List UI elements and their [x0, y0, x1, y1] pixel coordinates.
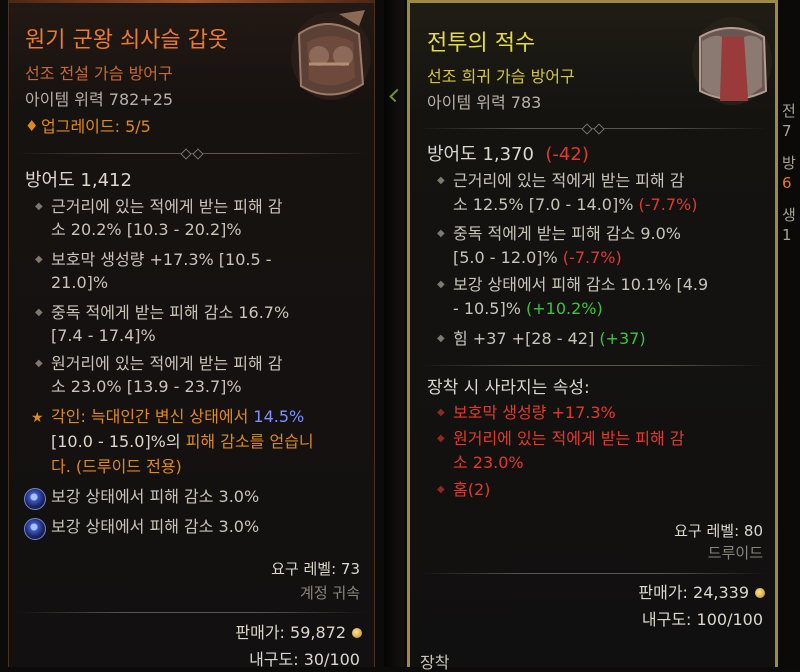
- affix-diff: (-7.7%): [638, 195, 698, 214]
- affix-line: 21.0]%: [51, 273, 109, 292]
- sell-value: 판매가: 59,872: [235, 623, 346, 642]
- aspect-text: 피해 감소를 얻습니: [185, 432, 314, 451]
- aspect-text: 늑대인간 변신 상태에서: [90, 407, 254, 426]
- edge-char: 생: [782, 206, 796, 224]
- required-level: 요구 레벨: 73: [271, 560, 360, 578]
- left-item-tooltip: 원기 군왕 쇠사슬 갑옷 선조 전설 가슴 방어구 아이템 위력 782+25 …: [8, 0, 375, 669]
- chest-armor-icon: [291, 10, 371, 100]
- socket-line: 보강 상태에서 피해 감소 3.0%: [51, 517, 260, 536]
- armor-line: 방어도 1,370 (-42): [427, 146, 589, 164]
- lost-attribute: 보호막 생성량 +17.3%: [453, 403, 616, 422]
- affix-diff: (-7.7%): [562, 248, 622, 267]
- aspect-star-icon: ★: [31, 410, 44, 426]
- affix-line: 소 12.5% [7.0 - 14.0]%: [453, 195, 634, 214]
- right-item-tooltip: 전투의 적수 선조 희귀 가슴 방어구 아이템 위력 783 방어도 1,370…: [407, 0, 778, 671]
- edge-char: 방: [782, 154, 796, 172]
- affix-line: 소 20.2% [10.3 - 20.2]%: [51, 220, 242, 239]
- adjacent-panel-edge: 전 7 방 6 생 1: [780, 0, 800, 667]
- upgrade-count: 업그레이드: 5/5: [41, 117, 151, 136]
- divider: [418, 573, 768, 574]
- aspect-text: 다. (드루이드 전용): [51, 457, 182, 476]
- affix-line: [7.4 - 17.4]%: [51, 326, 156, 345]
- bullet-icon: ◆: [437, 333, 445, 344]
- required-level: 요구 레벨: 80: [674, 522, 763, 540]
- affix-diff: (+10.2%): [526, 299, 603, 318]
- socket-rune-icon: [24, 488, 46, 510]
- affix-line: 소 23.0% [13.9 - 23.7]%: [51, 377, 242, 396]
- aspect-value: 14.5%: [253, 407, 305, 426]
- socket-rune-icon: [24, 518, 46, 540]
- divider: [17, 612, 367, 613]
- bullet-icon: ◆: [437, 175, 445, 186]
- affix-line: 근거리에 있는 적에게 받는 피해 감: [453, 171, 685, 190]
- chest-armor-icon: [692, 17, 772, 105]
- item-name: 전투의 적수: [427, 31, 536, 56]
- armor-value: 방어도 1,370: [427, 144, 534, 165]
- sell-value: 판매가: 24,339: [638, 583, 749, 602]
- divider: [418, 128, 768, 129]
- item-name: 원기 군왕 쇠사슬 갑옷: [25, 28, 229, 53]
- bullet-icon: ◆: [437, 407, 445, 418]
- bullet-icon: ◆: [35, 358, 43, 369]
- affix-line: - 10.5]%: [453, 299, 521, 318]
- armor-diff: (-42): [545, 144, 589, 165]
- lost-attribute: 소 23.0%: [453, 453, 524, 472]
- divider: [17, 153, 367, 154]
- item-type: 선조 전설 가슴 방어구: [25, 64, 173, 83]
- durability: 내구도: 100/100: [641, 610, 763, 629]
- item-power: 아이템 위력 782+25: [25, 90, 174, 109]
- gold-coin-icon: [352, 628, 362, 638]
- lost-attributes-header: 장착 시 사라지는 속성:: [427, 378, 590, 398]
- bullet-icon: ◆: [437, 484, 445, 495]
- affix-line: [5.0 - 12.0]%: [453, 248, 558, 267]
- affix-line: 원거리에 있는 적에게 받는 피해 감: [51, 354, 283, 373]
- equip-label: 장착: [420, 653, 450, 672]
- durability: 내구도: 30/100: [249, 650, 360, 669]
- edge-char: 6: [782, 174, 792, 192]
- lost-attribute: 홈(2): [453, 480, 491, 499]
- aspect-prefix: 각인:: [51, 407, 91, 426]
- edge-char: 전: [782, 102, 796, 120]
- affix-line: 힘 +37 +[28 - 42]: [453, 329, 595, 348]
- divider: [418, 365, 768, 366]
- item-type: 선조 희귀 가슴 방어구: [427, 67, 575, 86]
- upgrade-diamond-icon: ♦: [25, 117, 39, 135]
- bullet-icon: ◆: [35, 254, 43, 265]
- bullet-icon: ◆: [437, 228, 445, 239]
- bullet-icon: ◆: [35, 201, 43, 212]
- affix-line: 보호막 생성량 +17.3% [10.5 -: [51, 250, 272, 269]
- aspect-range: [10.0 - 15.0]%의: [51, 432, 186, 451]
- bullet-icon: ◆: [437, 433, 445, 444]
- item-power: 아이템 위력 783: [427, 93, 542, 112]
- affix-line: 근거리에 있는 적에게 받는 피해 감: [51, 197, 283, 216]
- affix-line: 중독 적에게 받는 피해 감소 16.7%: [51, 303, 290, 322]
- armor-value: 방어도 1,412: [25, 170, 132, 191]
- gold-coin-icon: [755, 588, 765, 598]
- bullet-icon: ◆: [35, 307, 43, 318]
- class-requirement: 드루이드: [707, 544, 763, 562]
- affix-line: 보강 상태에서 피해 감소 10.1% [4.9: [453, 275, 709, 294]
- affix-diff: (+37): [599, 329, 646, 348]
- edge-char: 7: [782, 122, 792, 140]
- edge-char: 1: [782, 226, 792, 244]
- socket-line: 보강 상태에서 피해 감소 3.0%: [51, 487, 260, 506]
- account-bound: 계정 귀속: [300, 584, 360, 602]
- bullet-icon: ◆: [437, 279, 445, 290]
- lost-attribute: 원거리에 있는 적에게 받는 피해 감: [453, 429, 685, 448]
- affix-line: 중독 적에게 받는 피해 감소 9.0%: [453, 224, 681, 243]
